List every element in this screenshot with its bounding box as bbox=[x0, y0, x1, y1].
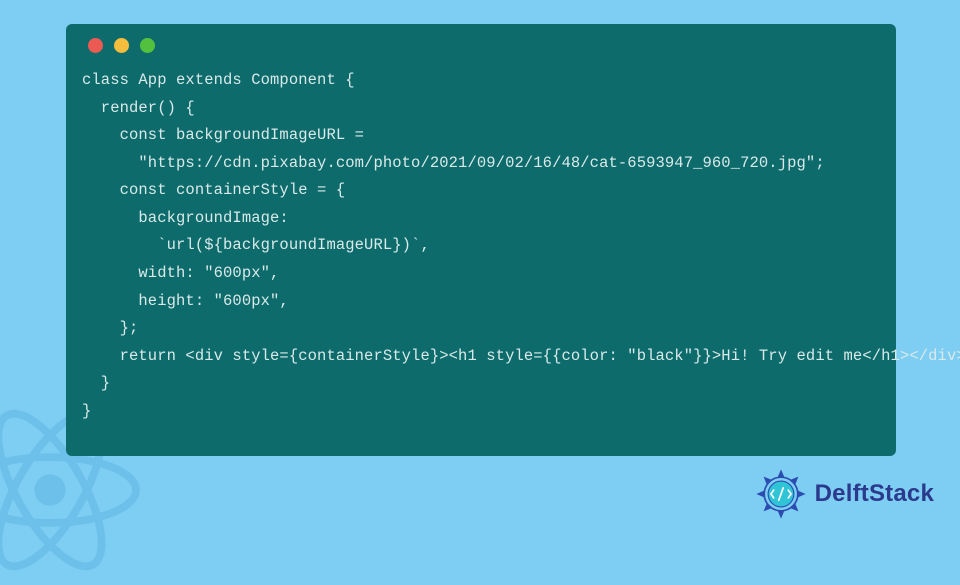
close-icon bbox=[88, 38, 103, 53]
delftstack-icon bbox=[753, 466, 809, 522]
window-controls bbox=[82, 38, 880, 53]
code-window: class App extends Component { render() {… bbox=[66, 24, 896, 456]
code-block: class App extends Component { render() {… bbox=[82, 67, 880, 426]
brand-name: DelftStack bbox=[815, 480, 934, 508]
brand-logo: DelftStack bbox=[753, 466, 934, 522]
maximize-icon bbox=[140, 38, 155, 53]
minimize-icon bbox=[114, 38, 129, 53]
